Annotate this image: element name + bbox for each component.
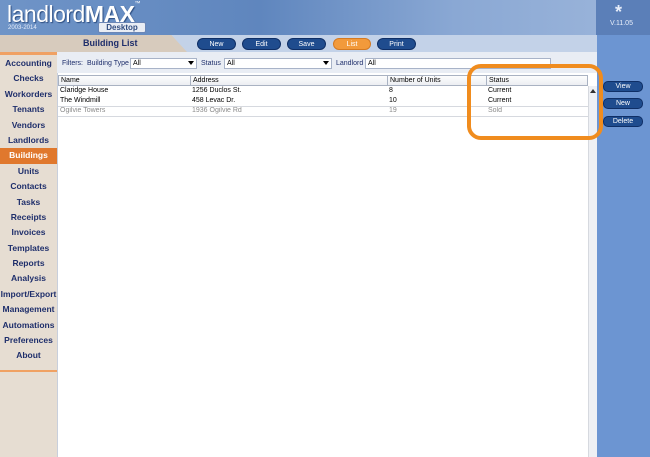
sidebar-item-management[interactable]: Management (0, 302, 57, 317)
sidebar-item-units[interactable]: Units (0, 164, 57, 179)
cell-address: 458 Levac Dr. (192, 97, 236, 104)
building-type-label: Building Type (87, 60, 129, 67)
save-button[interactable]: Save (287, 38, 326, 50)
dropdown-arrow-icon (323, 61, 329, 65)
sidebar-item-about[interactable]: About (0, 348, 57, 363)
building-type-value: All (133, 60, 141, 67)
app-header: landlordMAX™ 2003-2014 Desktop * V.11.05 (0, 0, 650, 35)
sidebar-item-invoices[interactable]: Invoices (0, 225, 57, 240)
new-button[interactable]: New (197, 38, 236, 50)
sidebar-top-strip (0, 35, 57, 52)
logo-years: 2003-2014 (8, 25, 37, 31)
column-header-name[interactable]: Name (58, 75, 191, 86)
delete-button[interactable]: Delete (603, 116, 643, 127)
landlord-label: Landlord (336, 60, 364, 67)
cell-address: 1256 Duclos St. (192, 87, 242, 94)
cell-address: 1936 Ogilvie Rd (192, 107, 242, 114)
sidebar-item-import-export[interactable]: Import/Export (0, 287, 57, 302)
landlord-value: All (368, 60, 376, 67)
logo-edition-badge: Desktop (98, 22, 146, 33)
cell-units: 19 (389, 107, 397, 114)
sidebar-item-receipts[interactable]: Receipts (0, 210, 57, 225)
sidebar-item-tasks[interactable]: Tasks (0, 195, 57, 210)
sidebar-item-automations[interactable]: Automations (0, 318, 57, 333)
sidebar-item-templates[interactable]: Templates (0, 241, 57, 256)
building-type-select[interactable]: All (130, 58, 197, 69)
sidebar-item-buildings[interactable]: Buildings (0, 148, 57, 164)
sidebar-divider-top (0, 52, 57, 55)
cell-units: 8 (389, 87, 393, 94)
sidebar-item-workorders[interactable]: Workorders (0, 87, 57, 102)
logo-text-landlord: landlord (7, 1, 85, 27)
sidebar-item-tenants[interactable]: Tenants (0, 102, 57, 117)
status-column-highlight (467, 64, 603, 140)
sidebar-item-accounting[interactable]: Accounting (0, 56, 57, 71)
sidebar-item-preferences[interactable]: Preferences (0, 333, 57, 348)
cell-units: 10 (389, 97, 397, 104)
sidebar-item-contacts[interactable]: Contacts (0, 179, 57, 194)
version-label: V.11.05 (610, 20, 633, 27)
status-select[interactable]: All (224, 58, 332, 69)
sidebar-divider-bottom (0, 370, 57, 372)
sidebar-item-vendors[interactable]: Vendors (0, 118, 57, 133)
status-value: All (227, 60, 235, 67)
cell-name: The Windmill (60, 97, 101, 104)
sidebar-item-landlords[interactable]: Landlords (0, 133, 57, 148)
sidebar-item-reports[interactable]: Reports (0, 256, 57, 271)
dropdown-arrow-icon (188, 61, 194, 65)
view-button[interactable]: View (603, 81, 643, 92)
cell-name: Ogilvie Towers (60, 107, 106, 114)
edit-button[interactable]: Edit (242, 38, 281, 50)
version-box: * V.11.05 (596, 0, 650, 35)
table-scrollbar[interactable] (588, 86, 597, 457)
status-label: Status (201, 60, 221, 67)
logo-trademark: ™ (134, 1, 141, 7)
column-header-address[interactable]: Address (190, 75, 388, 86)
sidebar: Accounting Checks Workorders Tenants Ven… (0, 35, 57, 457)
sidebar-item-analysis[interactable]: Analysis (0, 271, 57, 286)
cell-name: Claridge House (60, 87, 109, 94)
filters-label: Filters: (62, 60, 83, 67)
sidebar-nav: Accounting Checks Workorders Tenants Ven… (0, 56, 57, 364)
list-button[interactable]: List (333, 38, 371, 50)
side-new-button[interactable]: New (603, 98, 643, 109)
page-title: Building List (83, 38, 138, 48)
sidebar-item-checks[interactable]: Checks (0, 71, 57, 86)
print-button[interactable]: Print (377, 38, 416, 50)
